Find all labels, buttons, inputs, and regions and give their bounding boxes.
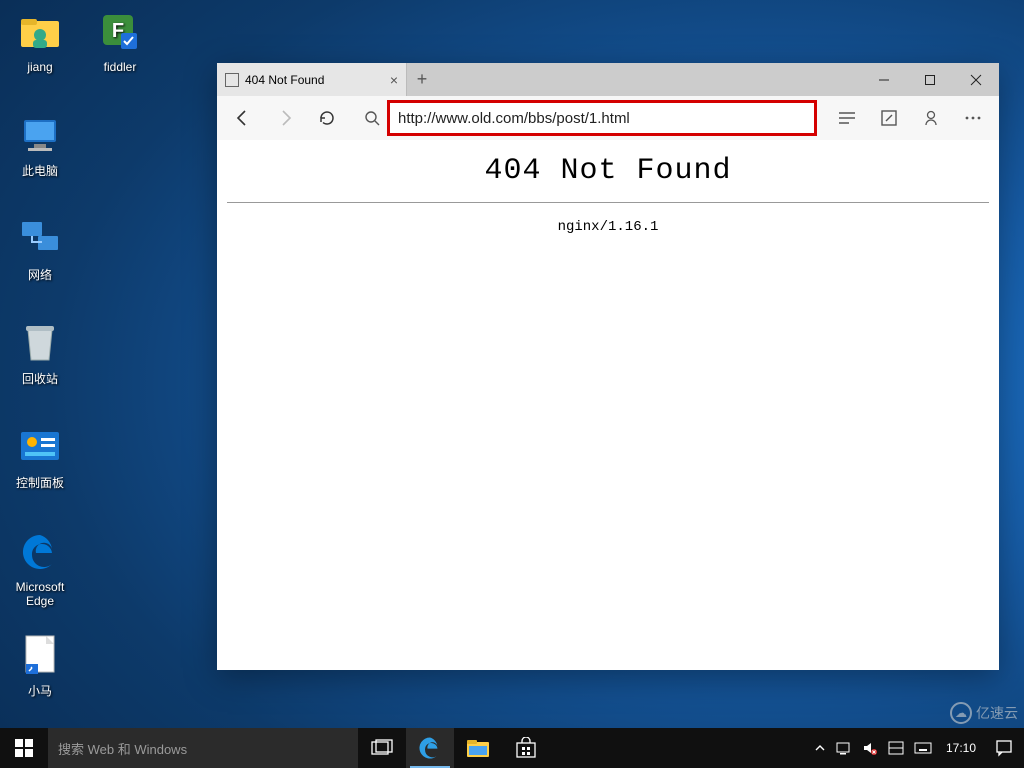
taskbar-clock[interactable]: 17:10	[942, 742, 980, 755]
taskbar-app-edge[interactable]	[406, 728, 454, 768]
back-button[interactable]	[223, 98, 263, 138]
page-icon	[225, 73, 239, 87]
reading-view-button[interactable]	[827, 98, 867, 138]
browser-toolbar: http://www.old.com/bbs/post/1.html	[217, 96, 999, 140]
icon-label: Microsoft Edge	[2, 580, 78, 608]
window-close-button[interactable]	[953, 63, 999, 96]
divider	[227, 202, 989, 203]
icon-label: 回收站	[2, 372, 78, 386]
taskbar-app-explorer[interactable]	[454, 728, 502, 768]
search-icon[interactable]	[357, 110, 387, 126]
desktop-icon-jiang[interactable]: jiang	[2, 8, 78, 74]
window-maximize-button[interactable]	[907, 63, 953, 96]
taskbar-app-store[interactable]	[502, 728, 550, 768]
new-tab-button[interactable]: +	[407, 63, 437, 96]
refresh-button[interactable]	[307, 98, 347, 138]
desktop-icon-this-pc[interactable]: 此电脑	[2, 112, 78, 178]
windows-logo-icon	[15, 739, 33, 757]
tab-close-icon[interactable]: ×	[390, 72, 398, 88]
desktop-icon-network[interactable]: 网络	[2, 216, 78, 282]
action-center-button[interactable]	[984, 728, 1024, 768]
more-button[interactable]	[953, 98, 993, 138]
cloud-icon: ☁	[950, 702, 972, 724]
fiddler-icon: F	[96, 8, 144, 56]
system-tray: 17:10	[810, 728, 984, 768]
address-bar[interactable]: http://www.old.com/bbs/post/1.html	[387, 100, 817, 136]
tray-chevron-icon[interactable]	[814, 742, 826, 754]
browser-tab[interactable]: 404 Not Found ×	[217, 63, 407, 96]
icon-label: fiddler	[82, 60, 158, 74]
error-heading: 404 Not Found	[227, 154, 989, 188]
icon-label: jiang	[2, 60, 78, 74]
task-view-button[interactable]	[358, 728, 406, 768]
taskbar: 搜索 Web 和 Windows 17:10	[0, 728, 1024, 768]
tab-bar: 404 Not Found × +	[217, 63, 999, 96]
watermark-text: 亿速云	[976, 703, 1018, 723]
search-placeholder: 搜索 Web 和 Windows	[58, 739, 187, 758]
web-note-button[interactable]	[869, 98, 909, 138]
tab-title: 404 Not Found	[245, 73, 324, 87]
desktop-icon-edge[interactable]: Microsoft Edge	[2, 528, 78, 608]
network-tray-icon[interactable]	[836, 741, 852, 755]
page-content: 404 Not Found nginx/1.16.1	[217, 140, 999, 241]
user-folder-icon	[16, 8, 64, 56]
icon-label: 网络	[2, 268, 78, 282]
desktop-icon-fiddler[interactable]: F fiddler	[82, 8, 158, 74]
icon-label: 小马	[2, 684, 78, 698]
taskbar-search[interactable]: 搜索 Web 和 Windows	[48, 728, 358, 768]
desktop-icon-control-panel[interactable]: 控制面板	[2, 424, 78, 490]
icon-label: 控制面板	[2, 476, 78, 490]
start-button[interactable]	[0, 728, 48, 768]
browser-window: 404 Not Found × + http://www.old.com/bbs…	[217, 63, 999, 670]
watermark: ☁ 亿速云	[950, 702, 1018, 724]
ime-tray-icon[interactable]	[888, 741, 904, 755]
forward-button[interactable]	[265, 98, 305, 138]
clock-time: 17:10	[946, 742, 976, 755]
desktop-icon-xiaoma[interactable]: 小马	[2, 632, 78, 698]
control-panel-icon	[16, 424, 64, 472]
edge-icon	[16, 528, 64, 576]
url-text: http://www.old.com/bbs/post/1.html	[398, 110, 630, 127]
this-pc-icon	[16, 112, 64, 160]
network-icon	[16, 216, 64, 264]
desktop-icon-recycle-bin[interactable]: 回收站	[2, 320, 78, 386]
share-button[interactable]	[911, 98, 951, 138]
window-minimize-button[interactable]	[861, 63, 907, 96]
icon-label: 此电脑	[2, 164, 78, 178]
volume-tray-icon[interactable]	[862, 741, 878, 755]
recycle-bin-icon	[16, 320, 64, 368]
keyboard-tray-icon[interactable]	[914, 742, 932, 754]
server-info: nginx/1.16.1	[227, 219, 989, 235]
shortcut-file-icon	[16, 632, 64, 680]
